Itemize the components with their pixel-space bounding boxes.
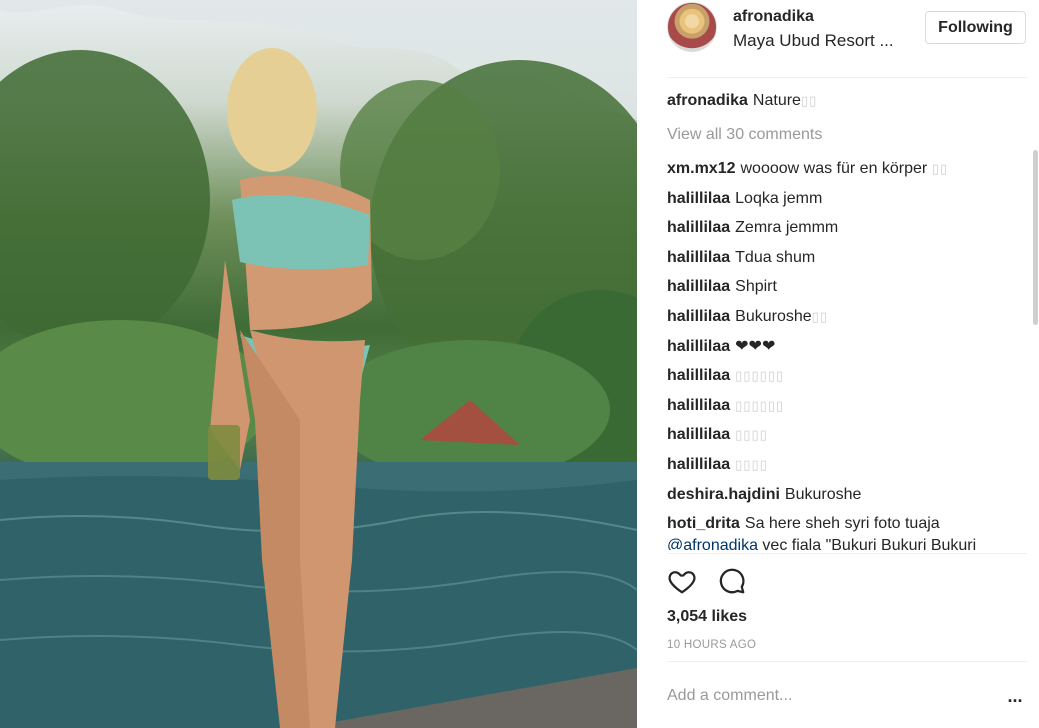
- comments-list[interactable]: afronadika Nature▯▯ View all 30 comments …: [667, 90, 1027, 550]
- comment-text: Loqka jemm: [735, 189, 823, 207]
- emoji-placeholder: ▯▯▯▯▯▯: [735, 368, 785, 384]
- heart-icon[interactable]: [667, 566, 697, 596]
- scrollbar-thumb[interactable]: [1033, 150, 1038, 325]
- list-item: halillilaa ❤❤❤: [667, 336, 1027, 366]
- comment-username[interactable]: halillilaa: [667, 338, 730, 355]
- emoji-placeholder: ▯▯▯▯: [735, 427, 768, 443]
- caption: afronadika Nature▯▯: [667, 90, 1027, 124]
- list-item: halillilaa Bukuroshe▯▯: [667, 306, 1027, 336]
- comment-text: Nature: [752, 92, 801, 109]
- scrollbar[interactable]: [1031, 0, 1039, 728]
- post-actions: 3,054 likes 10 HOURS AGO: [667, 553, 1027, 663]
- list-item: xm.mx12 woooow was für en körper ▯▯: [667, 158, 1027, 188]
- post-location[interactable]: Maya Ubud Resort ...: [733, 31, 894, 51]
- view-all-comments-link[interactable]: View all 30 comments: [667, 124, 1027, 158]
- emoji-placeholder: ▯▯: [811, 308, 828, 324]
- comment-username[interactable]: halillilaa: [667, 219, 730, 236]
- comment-username[interactable]: halillilaa: [667, 367, 730, 384]
- list-item: halillilaa Loqka jemm: [667, 188, 1027, 218]
- comment-username[interactable]: halillilaa: [667, 456, 730, 473]
- emoji-placeholder: ▯▯: [800, 93, 818, 108]
- comment-username[interactable]: halillilaa: [667, 278, 730, 295]
- list-item: halillilaa ▯▯▯▯: [667, 454, 1027, 484]
- comment-username[interactable]: halillilaa: [667, 308, 730, 325]
- comment-text: Bukuroshe: [735, 307, 812, 325]
- comment-username[interactable]: halillilaa: [667, 190, 730, 207]
- comment-text: Tdua shum: [735, 248, 816, 266]
- comment-username[interactable]: deshira.hajdini: [667, 486, 780, 503]
- comment-text: Shpirt: [735, 278, 777, 296]
- add-comment-section: ...: [667, 661, 1027, 728]
- emoji-placeholder: ▯▯: [931, 161, 949, 176]
- list-item: halillilaa Shpirt: [667, 276, 1027, 306]
- likes-count[interactable]: 3,054 likes: [667, 608, 747, 626]
- comment-username[interactable]: afronadika: [667, 92, 748, 109]
- list-item: halillilaa Tdua shum: [667, 247, 1027, 277]
- comment-username[interactable]: halillilaa: [667, 397, 730, 414]
- photo-image: [0, 0, 637, 728]
- post-side-panel: afronadika Maya Ubud Resort ... Followin…: [637, 0, 1039, 728]
- comment-input[interactable]: [667, 684, 987, 708]
- comment-username[interactable]: halillilaa: [667, 249, 730, 266]
- list-item: halillilaa ▯▯▯▯▯▯: [667, 365, 1027, 395]
- comment-text: ❤❤❤: [735, 337, 776, 355]
- post-photo[interactable]: [0, 0, 637, 728]
- list-item: halillilaa Zemra jemmm: [667, 217, 1027, 247]
- mention-link[interactable]: @afronadika: [667, 537, 758, 550]
- list-item: halillilaa ▯▯▯▯▯▯: [667, 395, 1027, 425]
- emoji-placeholder: ▯▯▯▯: [735, 456, 768, 472]
- post-username[interactable]: afronadika: [733, 8, 814, 26]
- comment-text: Zemra jemmm: [735, 219, 839, 237]
- comment-username[interactable]: halillilaa: [667, 426, 730, 443]
- post-header: afronadika Maya Ubud Resort ... Followin…: [667, 0, 1027, 78]
- more-options-icon[interactable]: ...: [1003, 686, 1027, 706]
- comment-username[interactable]: hoti_drita: [667, 515, 740, 532]
- comment-text: Sa here sheh syri foto tuaja: [744, 515, 940, 533]
- post-timestamp: 10 HOURS AGO: [667, 639, 757, 651]
- list-item: halillilaa ▯▯▯▯: [667, 424, 1027, 454]
- list-item: hoti_drita Sa here sheh syri foto tuaja @…: [667, 513, 1027, 550]
- comment-text: vec fiala "Bukuri Bukuri Bukuri: [762, 537, 977, 550]
- comment-text: Bukuroshe: [784, 485, 862, 503]
- comment-icon[interactable]: [717, 566, 747, 596]
- following-button[interactable]: Following: [925, 11, 1026, 44]
- list-item: deshira.hajdini Bukuroshe: [667, 484, 1027, 514]
- comment-username[interactable]: xm.mx12: [667, 160, 736, 177]
- emoji-placeholder: ▯▯▯▯▯▯: [735, 397, 785, 413]
- comment-text: woooow was für en körper: [740, 160, 928, 177]
- user-avatar[interactable]: [667, 2, 717, 52]
